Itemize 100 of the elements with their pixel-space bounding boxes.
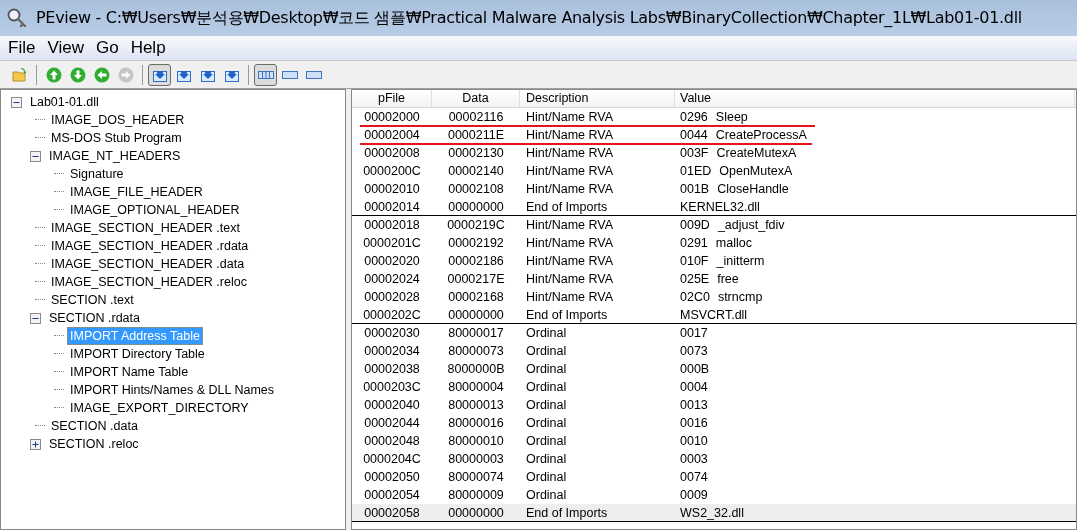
- magnifier-icon: [6, 7, 28, 29]
- column-header[interactable]: Description: [520, 90, 675, 107]
- table-cell-text: 0000217E: [446, 272, 506, 286]
- table-row[interactable]: 00002048 80000010 Ordinal 0010: [352, 432, 1076, 450]
- table-cell-text: 00002058: [363, 505, 421, 520]
- tree-item[interactable]: SECTION .data: [48, 417, 141, 435]
- table-cell: strncmp: [717, 290, 763, 304]
- table-row[interactable]: 00002010 00002108 Hint/Name RVA 001B CloseHandle: [352, 180, 1076, 198]
- tree-item[interactable]: IMAGE_SECTION_HEADER .reloc: [48, 273, 250, 291]
- collapse-button[interactable]: [30, 312, 41, 324]
- table-cell-text: Hint/Name RVA: [525, 164, 615, 178]
- table-row[interactable]: 0000203C 80000004 Ordinal 0004: [352, 378, 1076, 396]
- table-row[interactable]: 00002008 00002130 Hint/Name RVA 003F CreateMutexA: [352, 144, 1076, 162]
- table-cell-text: Ordinal: [525, 344, 568, 358]
- menu-item[interactable]: Help: [124, 38, 172, 58]
- table-row[interactable]: 00002058 00000000 End of Imports WS2_32.dll: [352, 504, 1076, 522]
- table-cell-text: 0013: [679, 398, 708, 412]
- table-cell-text: 00000000: [447, 505, 505, 520]
- table-row[interactable]: 00002038 8000000B Ordinal 000B: [352, 360, 1076, 378]
- tree-item[interactable]: Signature: [67, 165, 127, 183]
- table-cell-text: 0000204C: [362, 452, 422, 466]
- table-cell-text: Ordinal: [525, 380, 568, 394]
- table-row[interactable]: 00002014 00000000 End of Imports KERNEL32.dll: [352, 198, 1076, 216]
- tree-item[interactable]: IMAGE_SECTION_HEADER .rdata: [48, 237, 252, 255]
- table-cell-text: Ordinal: [525, 326, 568, 340]
- table-row[interactable]: 0000200C 00002140 Hint/Name RVA 01ED OpenMutexA: [352, 162, 1076, 180]
- toolbar-button[interactable]: [148, 63, 171, 86]
- table-cell-text: 0000201C: [362, 236, 422, 250]
- table-cell-text: 00002004: [363, 128, 421, 142]
- table-row[interactable]: 00002044 80000016 Ordinal 0016: [352, 414, 1076, 432]
- table-cell-text: Ordinal: [525, 416, 568, 430]
- tree-item[interactable]: SECTION .text: [48, 291, 137, 309]
- collapse-button[interactable]: [11, 96, 22, 108]
- column-header[interactable]: Data: [432, 90, 520, 107]
- panel-icon: [257, 69, 274, 80]
- table-row[interactable]: 00002020 00002186 Hint/Name RVA 010F _initterm: [352, 252, 1076, 270]
- table-row[interactable]: 00002028 00002168 Hint/Name RVA 02C0 strncmp: [352, 288, 1076, 306]
- table-row[interactable]: 0000204C 80000003 Ordinal 0003: [352, 450, 1076, 468]
- tree-item[interactable]: IMPORT Hints/Names & DLL Names: [67, 381, 277, 399]
- table-cell-text: 00002116: [447, 110, 505, 124]
- tree-item[interactable]: MS-DOS Stub Program: [48, 129, 185, 147]
- column-header[interactable]: Value: [675, 90, 1075, 107]
- expand-button[interactable]: [30, 438, 41, 450]
- table-cell-text: 010F: [679, 254, 709, 268]
- table-cell-text: End of Imports: [525, 505, 609, 520]
- column-header[interactable]: pFile: [352, 90, 432, 107]
- table-row[interactable]: 00002018 0000219C Hint/Name RVA 009D _adjust_fdiv: [352, 216, 1076, 234]
- table-cell-text: 80000013: [447, 398, 505, 412]
- tree-item[interactable]: SECTION .reloc: [46, 435, 142, 453]
- table-row[interactable]: 00002034 80000073 Ordinal 0073: [352, 342, 1076, 360]
- table-cell-text: Hint/Name RVA: [525, 236, 615, 250]
- table-row[interactable]: 00002040 80000013 Ordinal 0013: [352, 396, 1076, 414]
- table-cell-text: Ordinal: [525, 362, 568, 376]
- table-row[interactable]: 0000201C 00002192 Hint/Name RVA 0291 malloc: [352, 234, 1076, 252]
- tree-item[interactable]: SECTION .rdata: [46, 309, 143, 327]
- table-cell-text: KERNEL32.dll: [679, 199, 760, 214]
- tree-item[interactable]: IMAGE_FILE_HEADER: [67, 183, 206, 201]
- table-cell-text: 009D: [679, 218, 710, 232]
- tree-item[interactable]: IMAGE_SECTION_HEADER .data: [48, 255, 248, 273]
- table-cell-text: 00002050: [363, 470, 421, 484]
- tree-item[interactable]: IMAGE_DOS_HEADER: [48, 111, 188, 129]
- table-cell-text: 00002020: [363, 254, 421, 268]
- table-cell-text: 00000000: [447, 199, 505, 214]
- table-row[interactable]: 00002004 0000211E Hint/Name RVA 0044 CreateProcessA: [352, 126, 1076, 144]
- table-cell-text: 80000016: [447, 416, 505, 430]
- table-cell-text: 00002048: [363, 434, 421, 448]
- tree-item[interactable]: IMAGE_EXPORT_DIRECTORY: [67, 399, 252, 417]
- table-cell-text: 00002028: [363, 290, 421, 304]
- tree-item[interactable]: Lab01-01.dll: [27, 93, 102, 111]
- table-cell: OpenMutexA: [719, 164, 793, 178]
- table-cell-text: 0004: [679, 380, 708, 394]
- tree-item[interactable]: IMAGE_NT_HEADERS: [46, 147, 184, 165]
- table-cell-text: 00002186: [447, 254, 505, 268]
- table-row[interactable]: 00002024 0000217E Hint/Name RVA 025E free: [352, 270, 1076, 288]
- table-row[interactable]: 00002030 80000017 Ordinal 0017: [352, 324, 1076, 342]
- table-cell-text: 00002024: [363, 272, 421, 286]
- tree-item[interactable]: IMAGE_SECTION_HEADER .text: [48, 219, 243, 237]
- tree-item[interactable]: IMPORT Name Table: [67, 363, 192, 381]
- menu-item[interactable]: File: [2, 38, 42, 58]
- table-row[interactable]: 00002054 80000009 Ordinal 0009: [352, 486, 1076, 504]
- table-cell: CloseHandle: [717, 182, 789, 196]
- window-title: PEview - C:₩Users₩분석용₩Desktop₩코드 샘플₩Practical Malware Analysis Labs₩BinaryCollection₩Chapter_1L₩Lab01-01.dll: [36, 7, 1022, 29]
- tree-item[interactable]: IMAGE_OPTIONAL_HEADER: [67, 201, 243, 219]
- table-cell-text: Ordinal: [525, 488, 568, 502]
- table-cell-text: 80000073: [447, 344, 505, 358]
- table-cell: _initterm: [716, 254, 765, 268]
- table-cell-text: 00002018: [363, 218, 421, 232]
- toolbar-button[interactable]: [254, 63, 277, 86]
- menu-item[interactable]: View: [41, 38, 90, 58]
- table-row[interactable]: 00002050 80000074 Ordinal 0074: [352, 468, 1076, 486]
- table-cell-text: 0296: [679, 110, 708, 124]
- table-row[interactable]: 00002000 00002116 Hint/Name RVA 0296 Sleep: [352, 108, 1076, 126]
- collapse-button[interactable]: [30, 150, 41, 162]
- tree-item[interactable]: IMPORT Directory Table: [67, 345, 208, 363]
- menu-item[interactable]: Go: [89, 38, 125, 58]
- table-cell-text: 0010: [679, 434, 708, 448]
- table-cell-text: Hint/Name RVA: [525, 128, 615, 142]
- table-row[interactable]: 0000202C 00000000 End of Imports MSVCRT.dll: [352, 306, 1076, 324]
- table-cell-text: Ordinal: [525, 398, 568, 412]
- table-cell-text: 00002030: [363, 326, 421, 340]
